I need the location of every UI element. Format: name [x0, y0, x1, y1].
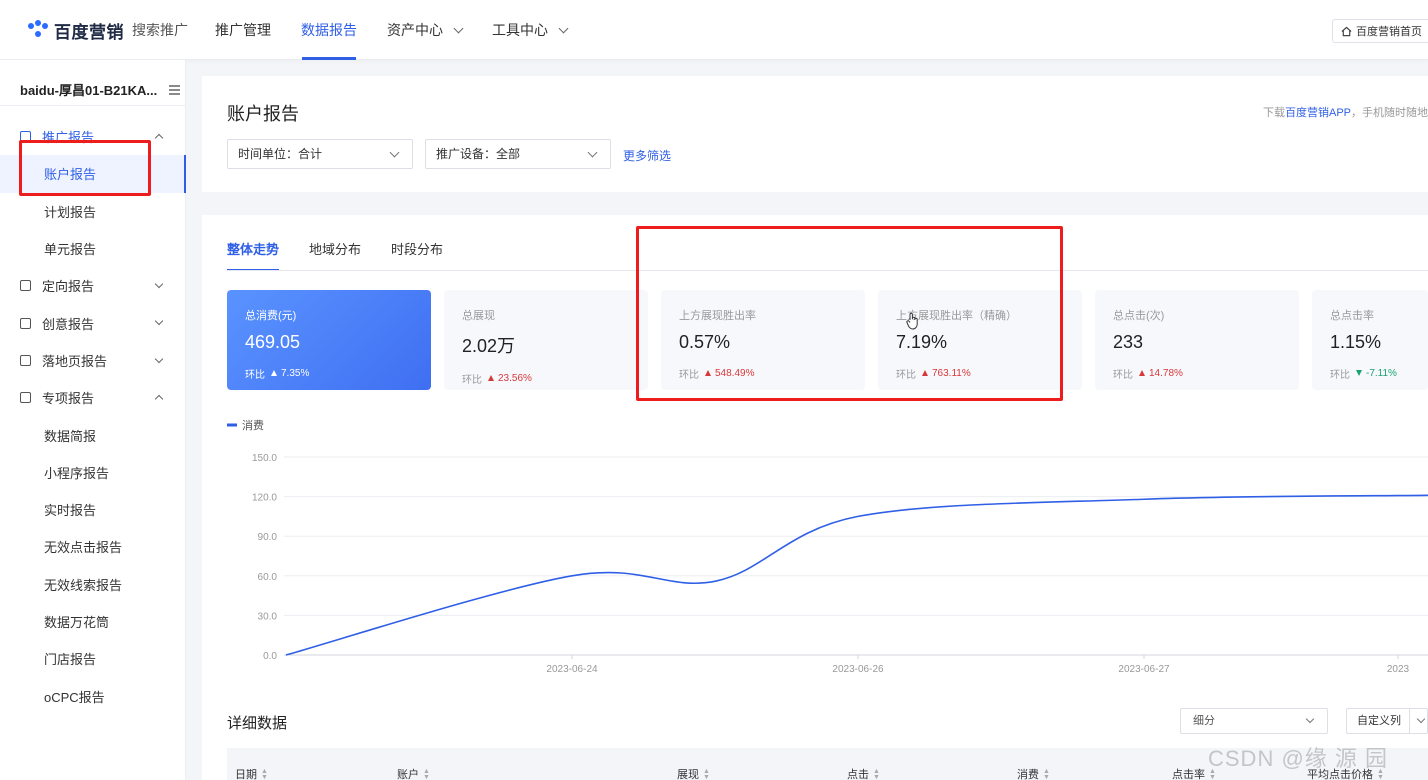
kpi-value: 233: [1113, 332, 1144, 352]
col-impressions[interactable]: 展现 ▲ ▼: [677, 766, 710, 780]
y-tick-label: 150.0: [252, 453, 277, 464]
sort-icon: ▲ ▼: [1043, 768, 1050, 780]
sidebar-item-invalid-click-report[interactable]: 无效点击报告: [0, 528, 186, 565]
x-tick-label: 2023-06-24: [546, 664, 598, 675]
special-report-icon: [20, 392, 31, 404]
custom-columns-button[interactable]: 自定义列: [1346, 708, 1428, 734]
report-tabs: 整体走势 地域分布 时段分布: [227, 237, 443, 271]
divider: [0, 105, 186, 106]
y-tick-label: 120.0: [252, 493, 277, 504]
account-selector[interactable]: baidu-厚昌01-B21KA...: [20, 80, 180, 99]
trend-down-icon: [1356, 370, 1362, 376]
sort-icon: ▲ ▼: [261, 768, 268, 780]
sidebar-item-ocpc-report[interactable]: oCPC报告: [0, 677, 186, 714]
y-tick-label: 0.0: [263, 651, 277, 662]
landing-page-icon: [20, 354, 31, 366]
brand-name: 百度营销: [54, 22, 124, 42]
sort-icon: ▲ ▼: [873, 768, 880, 780]
col-clicks[interactable]: 点击 ▲ ▼: [847, 766, 880, 780]
kpi-total-clicks[interactable]: 总点击(次) 233 环比 14.78%: [1095, 290, 1299, 390]
trend-up-icon: [488, 375, 494, 381]
time-unit-select[interactable]: 时间单位：合计: [227, 139, 413, 169]
sidebar-group-special-report[interactable]: 专项报告: [0, 379, 186, 416]
chevron-up-icon: [154, 133, 164, 143]
marketing-home-button[interactable]: 百度营销首页: [1332, 19, 1428, 43]
trend-up-icon: [271, 370, 277, 376]
x-tick-label: 2023-06-27: [1118, 664, 1170, 675]
kpi-value: 2.02万: [462, 336, 516, 356]
tab-region-distribution[interactable]: 地域分布: [309, 237, 361, 271]
legend-label: 消费: [242, 418, 264, 432]
tab-time-distribution[interactable]: 时段分布: [391, 237, 443, 271]
chevron-down-icon: [154, 279, 164, 289]
product-name: 搜索推广: [132, 22, 188, 38]
creative-icon: [20, 317, 31, 329]
baidu-marketing-logo[interactable]: 百度营销 搜索推广: [28, 18, 188, 42]
chevron-down-icon: [1416, 714, 1426, 724]
annotation-box-account-report: [19, 140, 151, 196]
kpi-click-rate[interactable]: 总点击率 1.15% 环比 -7.11%: [1312, 290, 1428, 390]
sidebar-item-plan-report[interactable]: 计划报告: [0, 193, 186, 230]
download-app-tip: 下载百度营销APP，手机随时随地: [1262, 107, 1428, 119]
kpi-value: 469.05: [245, 332, 301, 352]
kpi-total-impressions[interactable]: 总展现 2.02万 环比 23.56%: [444, 290, 648, 390]
trend-up-icon: [1139, 370, 1145, 376]
sidebar-group-targeting-report[interactable]: 定向报告: [0, 267, 186, 304]
chevron-down-icon: [453, 23, 464, 33]
sidebar-item-store-report[interactable]: 门店报告: [0, 640, 186, 677]
sidebar-group-landing-page-report[interactable]: 落地页报告: [0, 342, 186, 379]
y-tick-label: 30.0: [258, 611, 278, 622]
sort-icon: ▲ ▼: [423, 768, 430, 780]
main-nav: 推广管理 数据报告 资产中心 工具中心: [200, 0, 582, 60]
kpi-value: 1.15%: [1330, 332, 1382, 352]
sidebar-item-unit-report[interactable]: 单元报告: [0, 230, 186, 267]
targeting-icon: [20, 280, 31, 292]
csdn-watermark: CSDN @缘 源 园: [1208, 746, 1389, 771]
logo-icon: [28, 20, 48, 40]
device-select[interactable]: 推广设备：全部: [425, 139, 611, 169]
menu-toggle-icon[interactable]: [169, 84, 180, 95]
col-date[interactable]: 日期 ▲ ▼: [235, 766, 268, 780]
chevron-up-icon: [154, 394, 164, 404]
more-filters-link[interactable]: 更多筛选: [623, 147, 671, 164]
chevron-down-icon: [154, 354, 164, 364]
sidebar-item-mini-program-report[interactable]: 小程序报告: [0, 454, 186, 491]
sidebar-item-data-kaleidoscope[interactable]: 数据万花筒: [0, 603, 186, 640]
chevron-down-icon: [154, 317, 164, 326]
sidebar-group-creative-report[interactable]: 创意报告: [0, 304, 186, 341]
sort-icon: ▲ ▼: [703, 768, 710, 780]
tab-overall-trend[interactable]: 整体走势: [227, 237, 280, 271]
cost-trend-chart: 消费 150.0 120.0 90.0 60.0 30.0 0.0 2023-06-24 202…: [227, 418, 1428, 675]
download-app-link[interactable]: 百度营销APP: [1285, 107, 1351, 119]
nav-tool-center[interactable]: 工具中心: [477, 0, 582, 60]
home-icon: [1341, 26, 1352, 36]
x-tick-label: 2023: [1387, 664, 1410, 675]
x-tick-label: 2023-06-26: [832, 664, 884, 675]
chevron-down-icon: [587, 147, 598, 158]
col-cost[interactable]: 消费 ▲ ▼: [1017, 766, 1050, 780]
account-name: baidu-厚昌01-B21KA...: [20, 83, 158, 98]
chevron-down-icon: [558, 23, 569, 33]
sidebar-item-data-brief[interactable]: 数据简报: [0, 416, 186, 453]
chevron-down-icon: [1305, 714, 1315, 724]
report-header-card: 账户报告 下载百度营销APP，手机随时随地 时间单位：合计 推广设备：全部 更多…: [202, 76, 1428, 192]
kpi-total-cost[interactable]: 总消费(元) 469.05 环比 7.35%: [227, 290, 431, 390]
chevron-down-icon: [389, 147, 400, 158]
sidebar-menu: 推广报告 账户报告 计划报告 单元报告 定向报告 创意报告 落地页报告 专项报告…: [0, 118, 186, 715]
col-account[interactable]: 账户 ▲ ▼: [397, 766, 430, 780]
y-tick-label: 90.0: [258, 532, 278, 543]
top-navbar: 百度营销 搜索推广 推广管理 数据报告 资产中心 工具中心 百度营销首页: [0, 0, 1428, 60]
series-line-cost: [285, 494, 1428, 656]
hand-cursor-icon: [906, 312, 918, 330]
sidebar-item-realtime-report[interactable]: 实时报告: [0, 491, 186, 528]
detail-data-title: 详细数据: [227, 715, 288, 732]
segment-select[interactable]: 细分: [1180, 708, 1328, 734]
nav-asset-center[interactable]: 资产中心: [372, 0, 477, 60]
annotation-box-top-impression-kpis: [636, 226, 1063, 401]
nav-data-report[interactable]: 数据报告: [286, 0, 372, 60]
page-title: 账户报告: [227, 104, 299, 124]
y-tick-label: 60.0: [258, 572, 278, 583]
nav-promotion-management[interactable]: 推广管理: [200, 0, 286, 60]
sidebar-item-invalid-lead-report[interactable]: 无效线索报告: [0, 566, 186, 603]
